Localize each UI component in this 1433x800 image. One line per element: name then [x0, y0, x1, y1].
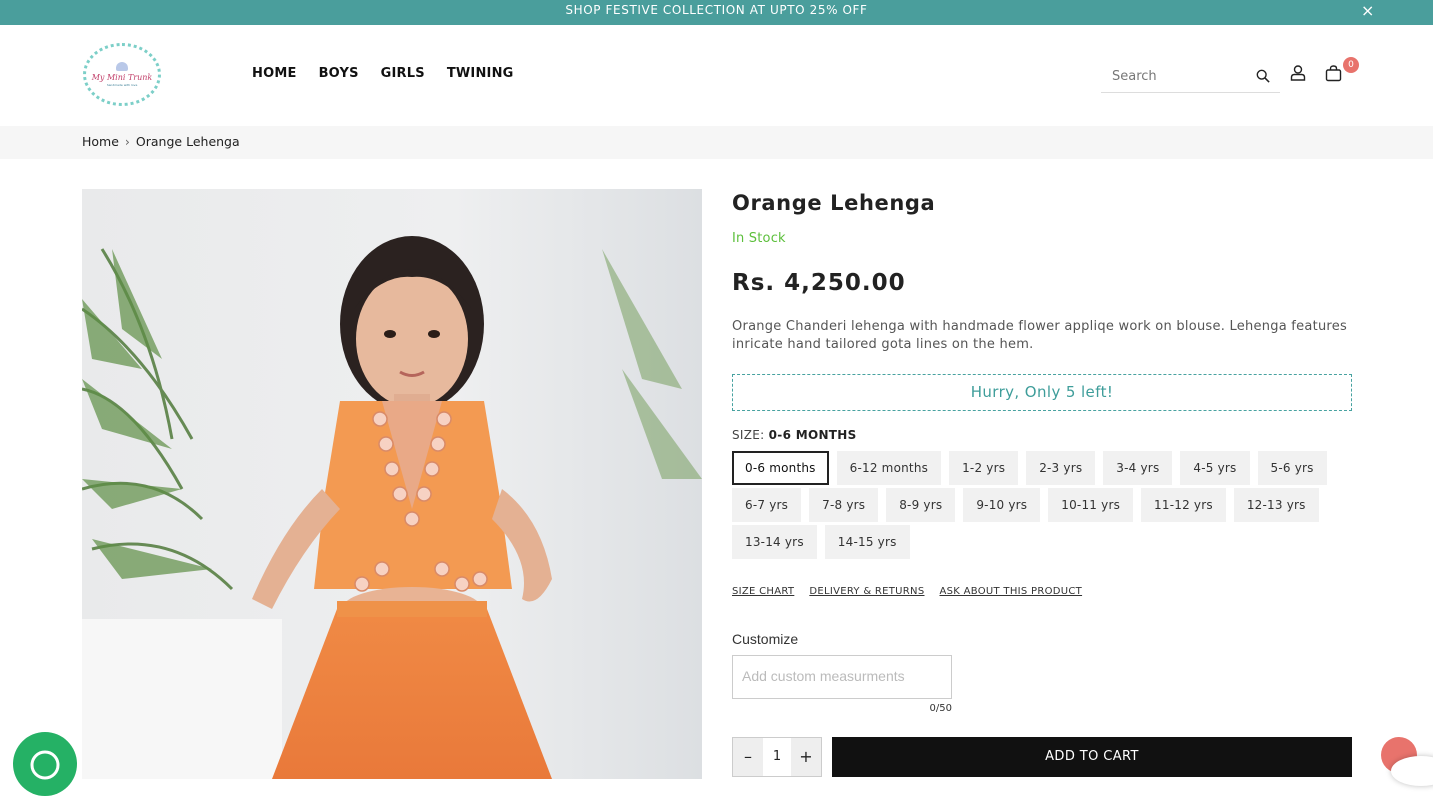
product-description: Orange Chanderi lehenga with handmade fl…	[732, 319, 1348, 352]
size-option[interactable]: 13-14 yrs	[732, 525, 817, 559]
delivery-returns-link[interactable]: DELIVERY & RETURNS	[809, 586, 924, 597]
size-option[interactable]: 9-10 yrs	[963, 488, 1041, 522]
size-prefix: SIZE:	[732, 428, 765, 442]
elephant-icon	[116, 62, 128, 71]
announcement-text[interactable]: SHOP FESTIVE COLLECTION AT UPTO 25% OFF	[565, 3, 867, 17]
product-image[interactable]	[82, 189, 702, 779]
main-nav: HOME BOYS GIRLS TWINING	[252, 66, 514, 81]
size-option[interactable]: 1-2 yrs	[949, 451, 1019, 485]
product-links: SIZE CHART DELIVERY & RETURNS ASK ABOUT …	[732, 586, 1352, 597]
quantity-plus-button[interactable]: +	[791, 738, 821, 776]
size-option[interactable]: 0-6 months	[732, 451, 829, 485]
customize-label: Customize	[732, 631, 799, 647]
customize-textarea[interactable]: Add custom measurments	[732, 655, 952, 699]
stock-status: In Stock	[732, 231, 786, 246]
size-option[interactable]: 4-5 yrs	[1180, 451, 1250, 485]
breadcrumb: Home › Orange Lehenga	[0, 126, 1433, 159]
search-input[interactable]	[1101, 61, 1241, 91]
product-info: Orange Lehenga In Stock Rs. 4,250.00 Ora…	[732, 189, 1352, 714]
low-stock-banner: Hurry, Only 5 left!	[732, 374, 1352, 411]
size-option[interactable]: 12-13 yrs	[1233, 488, 1319, 522]
size-label: SIZE: 0-6 MONTHS	[732, 428, 1352, 442]
size-options: 0-6 months 6-12 months 1-2 yrs 2-3 yrs 3…	[732, 451, 1352, 562]
quantity-minus-button[interactable]: –	[733, 738, 763, 776]
ask-about-product-link[interactable]: ASK ABOUT THIS PRODUCT	[939, 586, 1082, 597]
size-option[interactable]: 11-12 yrs	[1141, 488, 1226, 522]
size-option[interactable]: 7-8 yrs	[809, 488, 879, 522]
nav-boys[interactable]: BOYS	[319, 66, 359, 81]
whatsapp-icon	[30, 750, 60, 780]
size-option[interactable]: 8-9 yrs	[886, 488, 956, 522]
search-icon[interactable]	[1256, 69, 1270, 83]
size-option[interactable]: 3-4 yrs	[1103, 451, 1173, 485]
logo-name: My Mini Trunk	[91, 73, 153, 82]
product-title: Orange Lehenga	[732, 191, 936, 215]
quantity-value[interactable]: 1	[763, 738, 791, 776]
nav-twining[interactable]: TWINING	[447, 66, 514, 81]
nav-girls[interactable]: GIRLS	[381, 66, 425, 81]
site-logo[interactable]: My Mini Trunk handmade with love	[83, 43, 161, 106]
breadcrumb-home[interactable]: Home	[82, 134, 119, 149]
search-box	[1101, 61, 1280, 93]
size-option[interactable]: 6-12 months	[836, 451, 942, 485]
quantity-stepper: – 1 +	[732, 737, 822, 777]
size-option[interactable]: 14-15 yrs	[824, 525, 910, 559]
announcement-bar: SHOP FESTIVE COLLECTION AT UPTO 25% OFF …	[0, 0, 1433, 25]
breadcrumb-current: Orange Lehenga	[135, 134, 240, 149]
size-option[interactable]: 10-11 yrs	[1048, 488, 1134, 522]
cart-bag-icon[interactable]	[1325, 65, 1342, 82]
cart-count-badge: 0	[1343, 57, 1359, 73]
product-photo-illustration	[82, 189, 702, 779]
size-chart-link[interactable]: SIZE CHART	[732, 586, 794, 597]
rewards-widget-button[interactable]	[1391, 756, 1433, 786]
nav-home[interactable]: HOME	[252, 66, 297, 81]
user-icon[interactable]	[1290, 65, 1306, 81]
size-option[interactable]: 5-6 yrs	[1257, 451, 1327, 485]
char-counter: 0/50	[929, 703, 952, 714]
close-icon[interactable]: ×	[1361, 0, 1375, 22]
size-option[interactable]: 2-3 yrs	[1026, 451, 1096, 485]
size-option[interactable]: 6-7 yrs	[732, 488, 802, 522]
site-header: My Mini Trunk handmade with love HOME BO…	[0, 25, 1433, 126]
product-price: Rs. 4,250.00	[732, 270, 906, 296]
add-to-cart-button[interactable]: ADD TO CART	[832, 737, 1352, 777]
breadcrumb-separator: ›	[124, 134, 130, 149]
logo-tagline: handmade with love	[106, 83, 138, 87]
size-selected-value: 0-6 MONTHS	[768, 428, 857, 442]
whatsapp-chat-button[interactable]	[13, 732, 77, 796]
buy-row: – 1 + ADD TO CART	[732, 737, 1352, 777]
